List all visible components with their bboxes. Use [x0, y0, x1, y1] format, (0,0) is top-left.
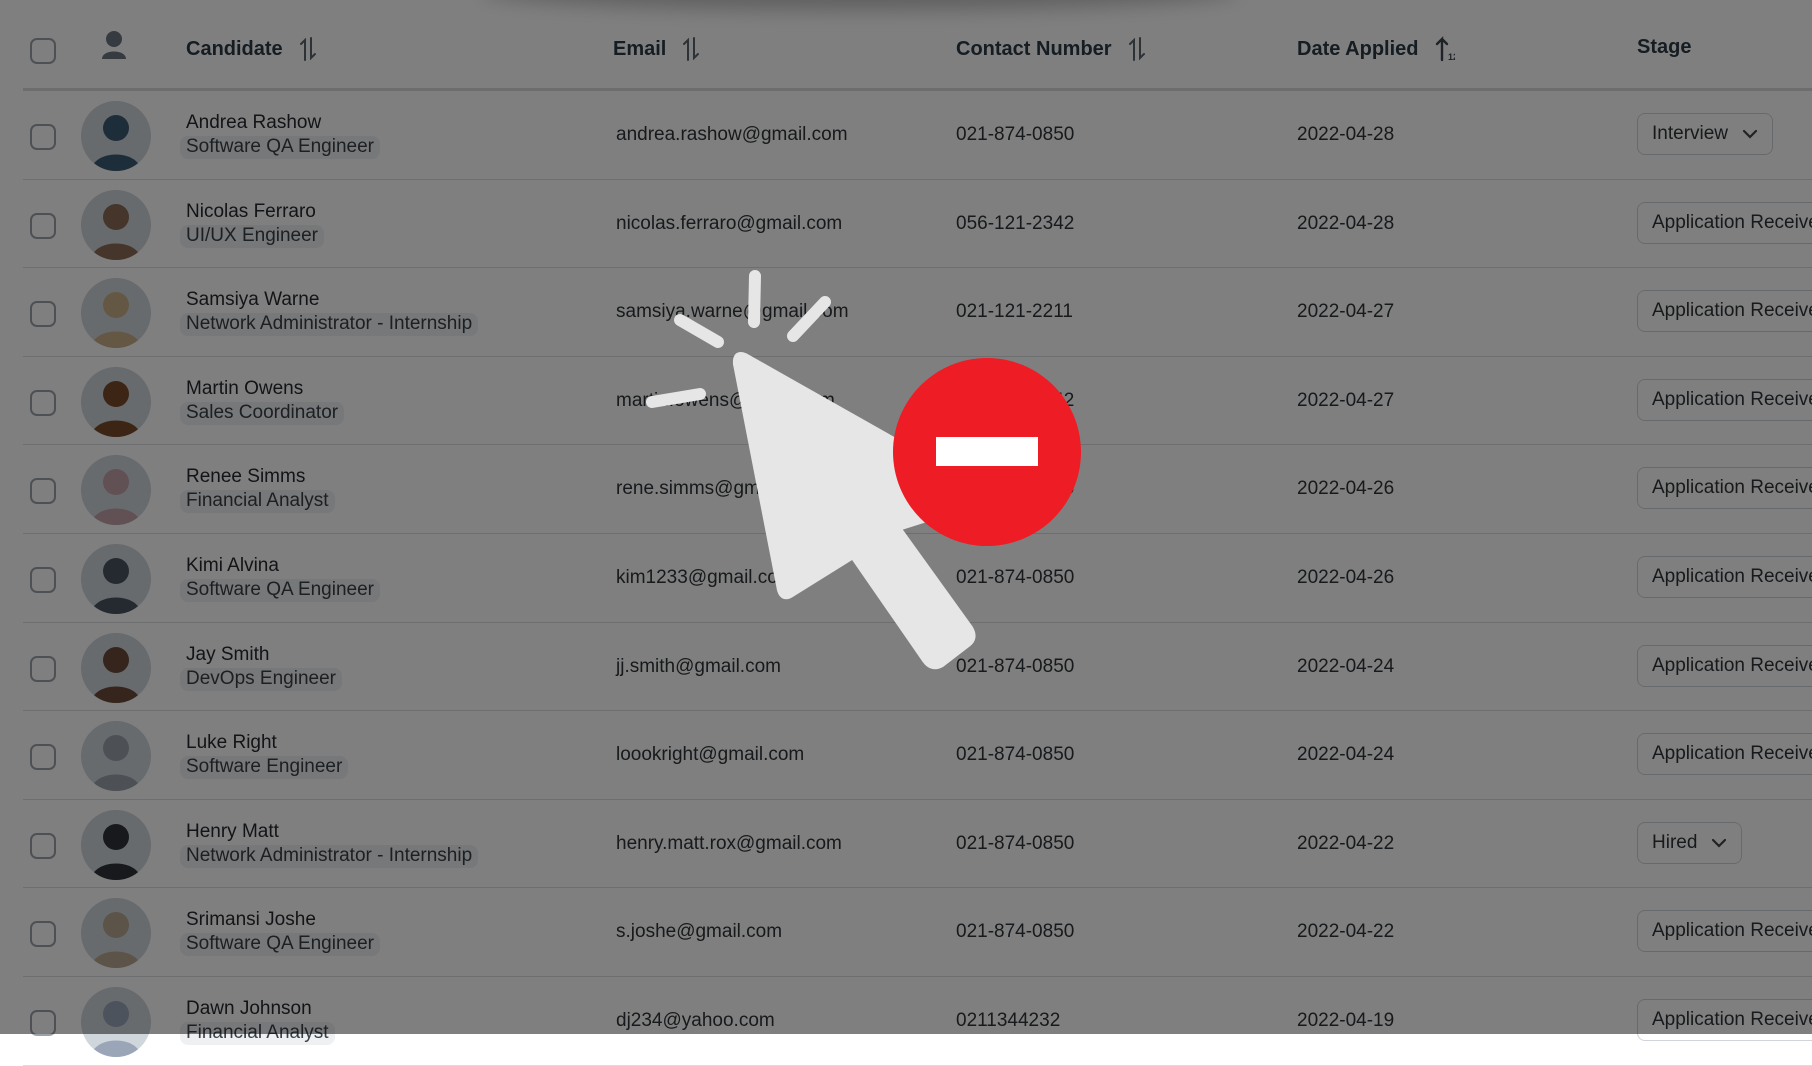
candidates-page: Candidate Email Contact Number Date Appl…: [0, 0, 1812, 1066]
no-entry-cursor-icon: [640, 260, 1100, 705]
